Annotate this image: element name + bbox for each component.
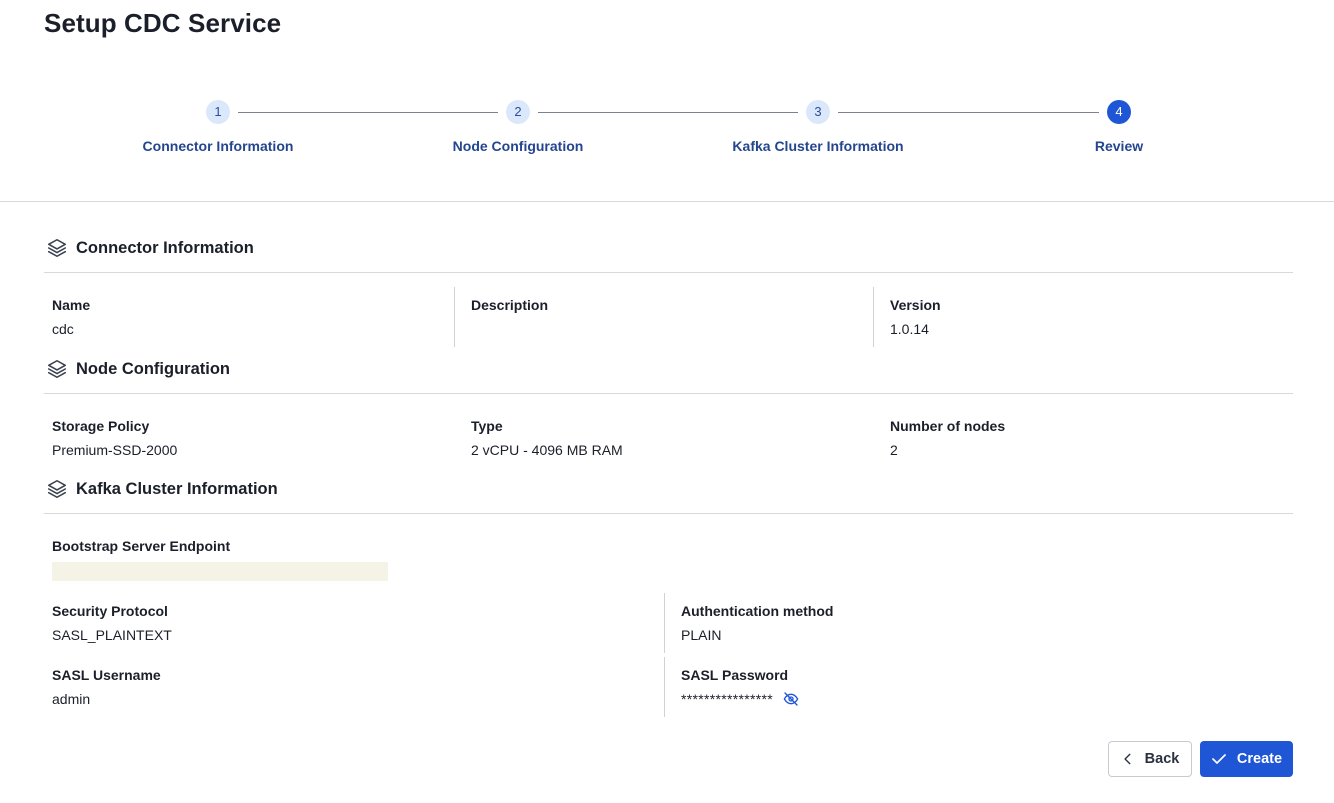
back-button[interactable]: Back: [1108, 741, 1192, 777]
step-kafka-cluster-information[interactable]: 3 Kafka Cluster Information: [668, 100, 968, 154]
field-authentication-method: Authentication method PLAIN: [681, 602, 833, 644]
field-label: Storage Policy: [52, 418, 150, 434]
field-value: SASL_PLAINTEXT: [52, 627, 172, 643]
layers-icon: [47, 238, 67, 258]
password-row: ****************: [681, 690, 799, 708]
section-title: Node Configuration: [76, 360, 230, 378]
section-connector-information: Connector Information: [44, 235, 1293, 273]
field-label: Authentication method: [681, 603, 834, 619]
field-value: ****************: [681, 691, 773, 707]
eye-off-icon[interactable]: [783, 691, 799, 707]
field-label: Name: [52, 297, 91, 313]
step-number: 1: [206, 100, 230, 124]
column-divider: [664, 657, 665, 717]
field-description: Description: [471, 296, 548, 320]
field-type: Type 2 vCPU - 4096 MB RAM: [471, 417, 623, 459]
step-number: 2: [506, 100, 530, 124]
field-name: Name cdc: [52, 296, 90, 338]
section-node-configuration: Node Configuration: [44, 356, 1293, 394]
step-number: 3: [806, 100, 830, 124]
field-value: 2 vCPU - 4096 MB RAM: [471, 442, 623, 458]
field-label: Security Protocol: [52, 603, 168, 619]
redacted-value: [52, 562, 388, 581]
field-value: PLAIN: [681, 627, 722, 643]
field-bootstrap-server-endpoint: Bootstrap Server Endpoint: [52, 537, 230, 555]
create-button[interactable]: Create: [1200, 741, 1293, 777]
column-divider: [664, 593, 665, 653]
layers-icon: [47, 479, 67, 499]
field-value: 1.0.14: [890, 321, 929, 337]
check-icon: [1212, 754, 1226, 764]
step-label: Kafka Cluster Information: [732, 138, 904, 154]
step-label: Node Configuration: [452, 138, 584, 154]
field-label: Number of nodes: [890, 418, 1006, 434]
field-sasl-password: SASL Password ****************: [681, 666, 799, 708]
column-divider: [454, 287, 455, 347]
create-button-label: Create: [1236, 751, 1283, 767]
field-label: SASL Password: [681, 667, 789, 683]
field-security-protocol: Security Protocol SASL_PLAINTEXT: [52, 602, 172, 644]
field-label: Description: [471, 297, 549, 313]
section-title: Connector Information: [76, 239, 254, 257]
step-number: 4: [1107, 100, 1131, 124]
field-value: admin: [52, 691, 91, 707]
section-kafka-cluster-information: Kafka Cluster Information: [44, 476, 1293, 514]
page-title: Setup CDC Service: [44, 8, 282, 38]
step-label: Review: [1094, 138, 1144, 154]
field-label: Type: [471, 418, 503, 434]
step-node-configuration[interactable]: 2 Node Configuration: [368, 100, 668, 154]
field-label: Version: [890, 297, 941, 313]
header-divider: [0, 201, 1334, 202]
stepper: 1 Connector Information 2 Node Configura…: [0, 100, 1334, 170]
field-sasl-username: SASL Username admin: [52, 666, 161, 708]
column-divider: [873, 287, 874, 347]
step-review[interactable]: 4 Review: [969, 100, 1269, 154]
field-storage-policy: Storage Policy Premium-SSD-2000: [52, 417, 177, 459]
field-number-of-nodes: Number of nodes 2: [890, 417, 1005, 459]
step-label: Connector Information: [142, 138, 294, 154]
field-label: SASL Username: [52, 667, 161, 683]
chevron-left-icon: [1124, 753, 1131, 765]
field-label: Bootstrap Server Endpoint: [52, 538, 231, 554]
step-connector-information[interactable]: 1 Connector Information: [68, 100, 368, 154]
back-button-label: Back: [1144, 751, 1180, 767]
layers-icon: [47, 359, 67, 379]
field-value: Premium-SSD-2000: [52, 442, 178, 458]
field-value: 2: [890, 442, 898, 458]
field-value: cdc: [52, 321, 74, 337]
section-title: Kafka Cluster Information: [76, 480, 278, 498]
field-version: Version 1.0.14: [890, 296, 941, 338]
